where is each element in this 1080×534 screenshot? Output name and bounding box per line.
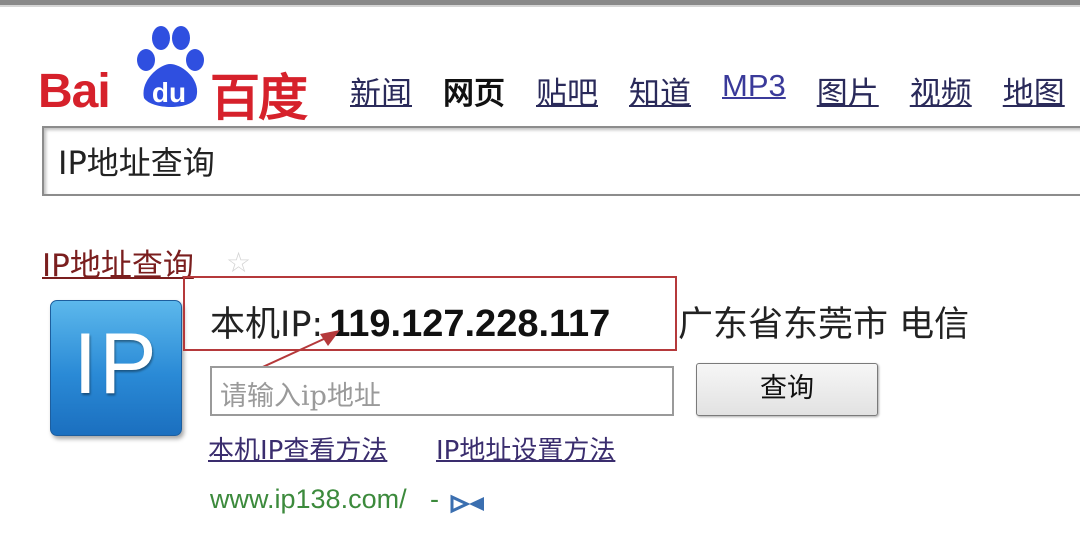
search-query-text: IP地址查询 xyxy=(58,144,215,182)
nav-item-map[interactable]: 地图 xyxy=(1003,68,1065,113)
logo-paw-text: du xyxy=(151,77,187,108)
top-border-shadow xyxy=(0,5,1080,7)
ip-settings-link[interactable]: IP地址设置方法 xyxy=(436,430,615,467)
logo-latin-text: Bai xyxy=(38,65,111,118)
ip-address-input[interactable]: 请输入ip地址 xyxy=(210,366,674,416)
url-separator: - xyxy=(430,484,439,514)
ip-app-icon: IP xyxy=(50,300,182,436)
ip-icon-text: IP xyxy=(73,316,159,412)
ip-location: 广东省东莞市 电信 xyxy=(678,305,970,345)
logo-chinese-text: 百度 xyxy=(210,69,308,127)
bow-icon[interactable] xyxy=(450,494,486,514)
local-ip-value: 119.127.228.117 xyxy=(329,303,611,345)
nav-item-mp3[interactable]: MP3 xyxy=(722,68,786,113)
top-nav: 新闻 网页 贴吧 知道 MP3 图片 视频 地图 更 xyxy=(350,68,1080,113)
local-ip-line: 本机IP: 119.127.228.117 xyxy=(210,296,610,347)
baidu-logo[interactable]: Bai du 百度 xyxy=(38,18,313,127)
star-icon[interactable]: ☆ xyxy=(226,246,251,279)
ip-input-placeholder: 请输入ip地址 xyxy=(220,381,381,412)
result-url: www.ip138.com/ xyxy=(210,484,407,514)
search-input[interactable]: IP地址查询 xyxy=(42,126,1080,196)
nav-item-video[interactable]: 视频 xyxy=(910,68,972,113)
nav-item-news[interactable]: 新闻 xyxy=(350,68,412,113)
nav-item-images[interactable]: 图片 xyxy=(817,68,879,113)
result-title-link[interactable]: IP地址查询 xyxy=(42,240,194,285)
nav-item-zhidao[interactable]: 知道 xyxy=(629,68,691,113)
how-to-view-ip-link[interactable]: 本机IP查看方法 xyxy=(208,430,387,467)
nav-item-web[interactable]: 网页 xyxy=(443,68,505,113)
local-ip-label: 本机IP: xyxy=(210,305,324,345)
query-button[interactable]: 查询 xyxy=(696,363,878,416)
nav-item-tieba[interactable]: 贴吧 xyxy=(536,68,598,113)
